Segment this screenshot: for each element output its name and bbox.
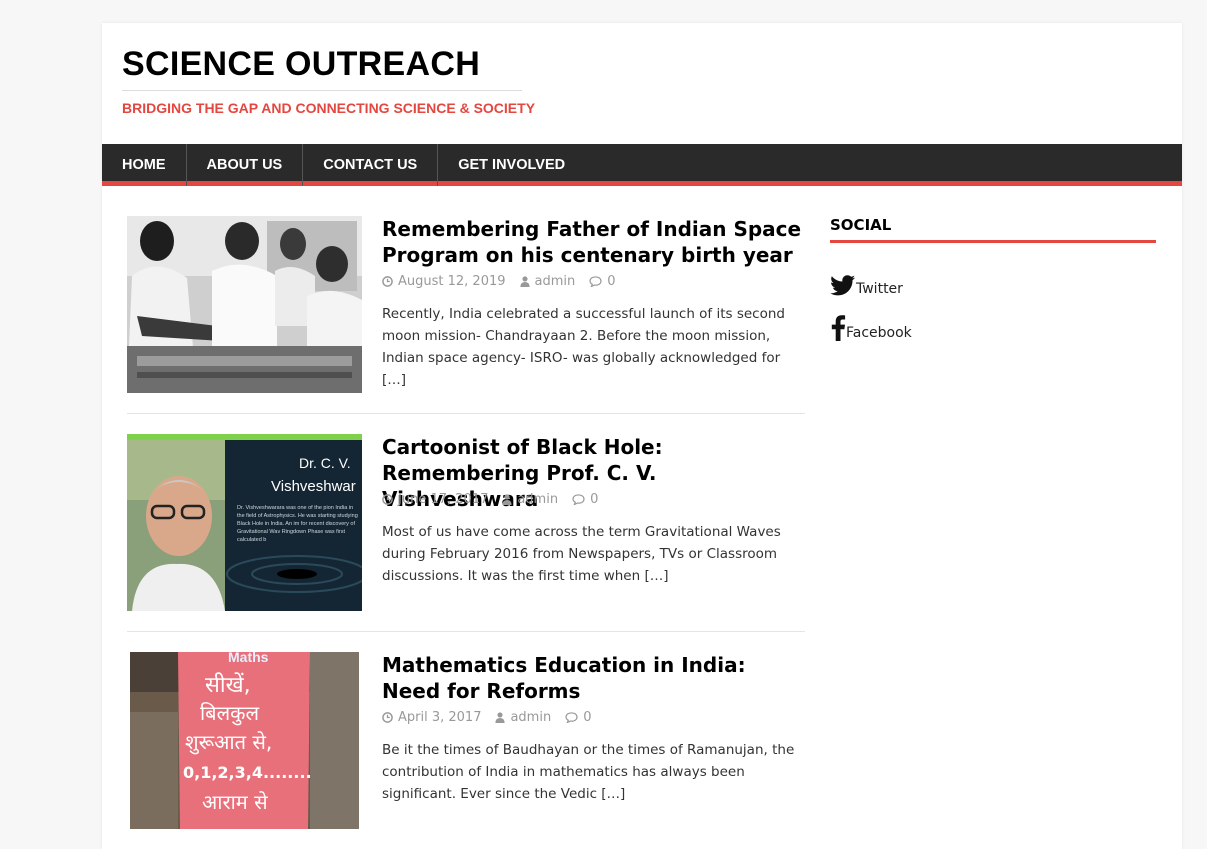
nav-item-get-involved[interactable]: GET INVOLVED [438,144,585,186]
space-program-photo [127,216,362,393]
page-container: SCIENCE OUTREACH BRIDGING THE GAP AND CO… [102,23,1182,849]
image-caption-heading: Dr. C. V. [299,455,351,471]
post-meta: August 12, 2019 admin 0 [382,274,630,289]
nav-item-about-us[interactable]: ABOUT US [187,144,304,186]
post-meta: April 3, 2017 admin 0 [382,710,605,725]
post-meta: June 17, 2017 admin 0 [382,492,612,507]
main-nav: HOME ABOUT US CONTACT US GET INVOLVED [102,144,1182,186]
post-date: April 3, 2017 [398,710,482,725]
user-icon [519,276,530,287]
site-title[interactable]: SCIENCE OUTREACH [122,45,480,84]
banner-text: आराम से [202,790,268,814]
post-divider [127,413,805,414]
clock-icon [382,494,393,505]
clock-icon [382,712,393,723]
social-link-facebook[interactable]: Facebook [830,315,1156,341]
post-thumbnail[interactable]: Dr. C. V. Vishveshwar Dr. Vishveshwarara… [127,434,362,611]
post-author[interactable]: admin [535,274,576,289]
post-title[interactable]: Remembering Father of Indian Space Progr… [382,216,807,268]
post-thumbnail[interactable] [127,216,362,393]
post-author[interactable]: admin [510,710,551,725]
social-link-label: Twitter [856,281,903,297]
banner-text: 0,1,2,3,4........ [183,763,312,782]
site-tagline: BRIDGING THE GAP AND CONNECTING SCIENCE … [122,90,535,116]
image-caption-heading: Vishveshwar [271,478,356,495]
maths-banner-photo: Maths सीखें, बिलकुल शुरूआत से, 0,1,2,3,4… [130,652,359,829]
post-date: June 17, 2017 [398,492,489,507]
nav-item-home[interactable]: HOME [102,144,187,186]
post-excerpt: Be it the times of Baudhayan or the time… [382,742,795,802]
post-excerpt: Most of us have come across the term Gra… [382,524,781,584]
post-divider [127,631,805,632]
post-thumbnail[interactable]: Maths सीखें, बिलकुल शुरूआत से, 0,1,2,3,4… [130,652,359,829]
banner-text: शुरूआत से, [185,730,272,755]
post-comment-count[interactable]: 0 [583,710,591,725]
sidebar: SOCIAL Twitter Facebook [830,216,1156,341]
banner-text: बिलकुल [200,701,260,726]
social-link-label: Facebook [846,325,912,341]
twitter-icon [830,275,855,296]
nav-item-contact-us[interactable]: CONTACT US [303,144,439,186]
comment-icon [572,494,585,505]
post-author[interactable]: admin [517,492,558,507]
banner-text: सीखें, [205,672,251,698]
image-caption-body: Dr. Vishveshwarara was one of the pion I… [237,505,358,543]
user-icon [502,494,512,505]
post-excerpt: Recently, India celebrated a successful … [382,306,785,388]
social-link-twitter[interactable]: Twitter [830,275,1156,297]
comment-icon [565,712,578,723]
banner-text: Maths [228,652,269,665]
post-date: August 12, 2019 [398,274,506,289]
clock-icon [382,276,393,287]
facebook-icon [831,315,846,341]
user-icon [495,712,506,723]
post-comment-count[interactable]: 0 [590,492,598,507]
comment-icon [589,276,602,287]
post-title[interactable]: Mathematics Education in India: Need for… [382,652,807,704]
widget-title: SOCIAL [830,216,1156,243]
post-comment-count[interactable]: 0 [607,274,615,289]
vishveshwara-photo: Dr. C. V. Vishveshwar Dr. Vishveshwarara… [127,434,362,611]
